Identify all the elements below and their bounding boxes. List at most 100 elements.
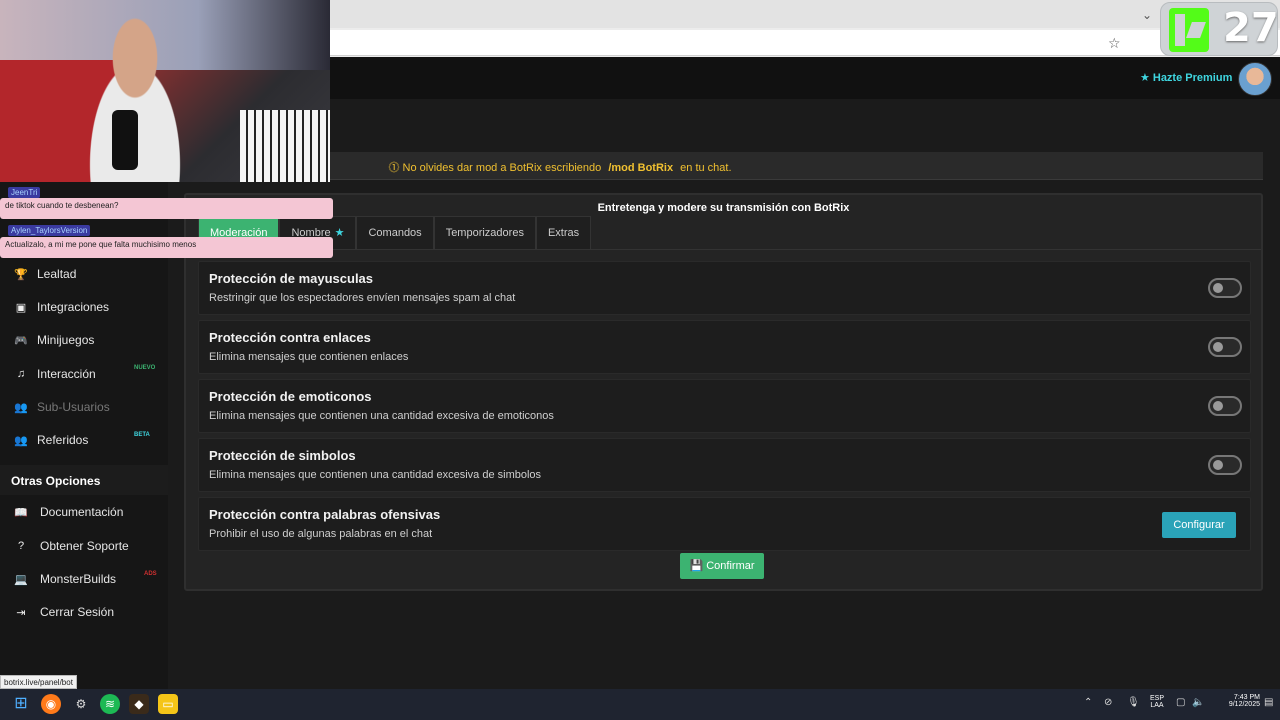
sidebar-item-referidos[interactable]: 👥 Referidos	[14, 429, 88, 451]
symbols-toggle[interactable]	[1208, 455, 1242, 475]
setting-desc: Elimina mensajes que contienen una canti…	[209, 410, 554, 422]
windows-start-icon[interactable]: ⊞	[11, 694, 31, 714]
notice-command: /mod BotRix	[608, 162, 674, 174]
setting-desc: Elimina mensajes que contienen una canti…	[209, 469, 542, 481]
sidebar-item-label: Minijuegos	[37, 333, 95, 347]
app-icon[interactable]: ⚙	[71, 694, 91, 714]
music-icon: ♫	[16, 368, 26, 380]
other-options-heading: Otras Opciones	[11, 474, 101, 488]
new-badge: NUEVO	[134, 365, 156, 371]
sidebar-item-label: Referidos	[37, 433, 89, 447]
sidebar-item-label: Documentación	[40, 505, 124, 519]
sidebar-item-monsterbuilds[interactable]: 💻 MonsterBuilds	[14, 568, 116, 590]
chat-message: Actualizalo, a mi me pone que falta much…	[0, 237, 333, 258]
tab-comandos[interactable]: Comandos	[356, 216, 434, 249]
users-icon: 👥	[14, 401, 28, 414]
laptop-icon: 💻	[14, 573, 28, 586]
notifications-icon[interactable]: ▤	[1264, 697, 1273, 708]
warning-icon: ⓵	[388, 162, 400, 174]
setting-desc: Prohibir el uso de algunas palabras en e…	[209, 528, 433, 540]
sidebar-item-soporte[interactable]: ? Obtener Soporte	[14, 535, 129, 557]
sidebar-item-label: Lealtad	[37, 267, 77, 281]
clock-time: 7:43 PM	[1233, 694, 1260, 701]
sidebar-item-label: Integraciones	[37, 300, 110, 314]
confirm-button[interactable]: 💾 Confirmar	[680, 553, 764, 579]
lang-secondary: LAA	[1150, 702, 1164, 709]
notice-suffix: en tu chat.	[680, 162, 732, 174]
star-icon: ★	[334, 227, 345, 239]
screen: ⌄ ☆ ⋮ ★Hazte Premium ⓵ No olvides dar mo…	[0, 0, 1280, 720]
links-toggle[interactable]	[1208, 337, 1242, 357]
webcam-piano	[240, 110, 330, 182]
setting-desc: Restringir que los espectadores envíen m…	[209, 292, 516, 304]
sidebar-item-label: Interacción	[37, 367, 96, 381]
status-url: botrix.live/panel/bot	[0, 675, 77, 689]
sidebar-item-integraciones[interactable]: ▣ Integraciones	[14, 296, 109, 318]
sidebar-item-label: MonsterBuilds	[40, 572, 117, 586]
app-icon-2[interactable]: ◆	[129, 694, 149, 714]
premium-label: Hazte Premium	[1152, 72, 1233, 84]
panel-title: Entretenga y modere su transmisión con B…	[597, 202, 850, 214]
configure-button[interactable]: Configurar	[1162, 512, 1236, 538]
viewer-count: 27	[1223, 5, 1279, 51]
sidebar-item-label: Obtener Soporte	[40, 539, 129, 553]
setting-title: Protección de mayusculas	[209, 271, 374, 286]
setting-desc: Elimina mensajes que contienen enlaces	[209, 351, 409, 363]
tab-extras[interactable]: Extras	[535, 216, 592, 249]
sidebar-item-label: Cerrar Sesión	[40, 605, 115, 619]
file-explorer-icon[interactable]: ▭	[158, 694, 178, 714]
clock-date: 9/12/2025	[1228, 701, 1260, 708]
kick-viewer-overlay: 27	[1160, 2, 1279, 56]
kick-logo-icon	[1169, 8, 1209, 52]
lang-primary: ESP	[1149, 695, 1164, 702]
premium-link[interactable]: ★ Hazte Premium	[1140, 71, 1232, 84]
microphone-icon[interactable]: 🎙	[1127, 697, 1140, 708]
ads-badge: ADS	[144, 571, 157, 577]
setting-row-offensive-words: Protección contra palabras ofensivas Pro…	[198, 497, 1251, 551]
microphone-icon	[112, 110, 138, 170]
display-icon[interactable]: ▢	[1176, 697, 1185, 708]
chat-message: de tiktok cuando te desbenean?	[0, 198, 333, 219]
chat-message-text: Actualizalo, a mi me pone que falta much…	[5, 240, 197, 249]
volume-icon[interactable]: 🔈	[1192, 697, 1204, 708]
network-off-icon[interactable]: ⊘	[1104, 697, 1112, 708]
uppercase-toggle[interactable]	[1208, 278, 1242, 298]
chat-username: JeenTri	[8, 187, 41, 198]
setting-title: Protección de emoticonos	[209, 389, 372, 404]
star-icon: ★	[1140, 72, 1150, 84]
beta-badge: BETA	[134, 432, 150, 438]
clock[interactable]: 7:43 PM 9/12/2025	[1208, 694, 1260, 708]
sign-out-icon: ⇥	[16, 606, 26, 619]
chat-username: Aylen_TaylorsVersion	[8, 225, 91, 236]
bookmark-star-icon[interactable]: ☆	[1108, 35, 1121, 52]
chevron-up-icon[interactable]: ⌃	[1084, 697, 1092, 708]
user-avatar[interactable]	[1238, 62, 1272, 96]
setting-row-uppercase: Protección de mayusculas Restringir que …	[198, 261, 1251, 315]
sidebar-item-documentacion[interactable]: 📖 Documentación	[14, 501, 123, 523]
save-icon: 💾	[689, 560, 704, 572]
sidebar-item-lealtad[interactable]: 🏆 Lealtad	[14, 263, 76, 285]
setting-row-links: Protección contra enlaces Elimina mensaj…	[198, 320, 1251, 374]
setting-title: Protección contra palabras ofensivas	[209, 507, 441, 522]
sidebar-item-label: Sub-Usuarios	[37, 400, 110, 414]
tab-label: Temporizadores	[445, 227, 524, 239]
sidebar-item-cerrar-sesion[interactable]: ⇥ Cerrar Sesión	[14, 601, 114, 623]
language-indicator[interactable]: ESP LAA	[1145, 695, 1169, 709]
sidebar-item-interaccion[interactable]: ♫ Interacción	[14, 363, 96, 385]
users-icon: 👥	[14, 434, 28, 447]
spotify-icon[interactable]: ≋	[100, 694, 120, 714]
trophy-icon: 🏆	[14, 268, 28, 281]
sidebar-item-minijuegos[interactable]: 🎮 Minijuegos	[14, 329, 94, 351]
tab-temporizadores[interactable]: Temporizadores	[433, 216, 536, 249]
sidebar-item-sub-usuarios[interactable]: 👥 Sub-Usuarios	[14, 396, 110, 418]
gamepad-icon: 🎮	[14, 334, 28, 347]
emotes-toggle[interactable]	[1208, 396, 1242, 416]
chat-message-text: de tiktok cuando te desbenean?	[5, 201, 119, 210]
app-header	[330, 57, 1280, 99]
firefox-icon[interactable]: ◉	[41, 694, 61, 714]
chevron-down-icon[interactable]: ⌄	[1142, 8, 1152, 22]
setting-title: Protección contra enlaces	[209, 330, 371, 345]
setting-title: Protección de simbolos	[209, 448, 356, 463]
book-icon: 📖	[14, 506, 28, 519]
confirm-label: Confirmar	[706, 560, 755, 572]
